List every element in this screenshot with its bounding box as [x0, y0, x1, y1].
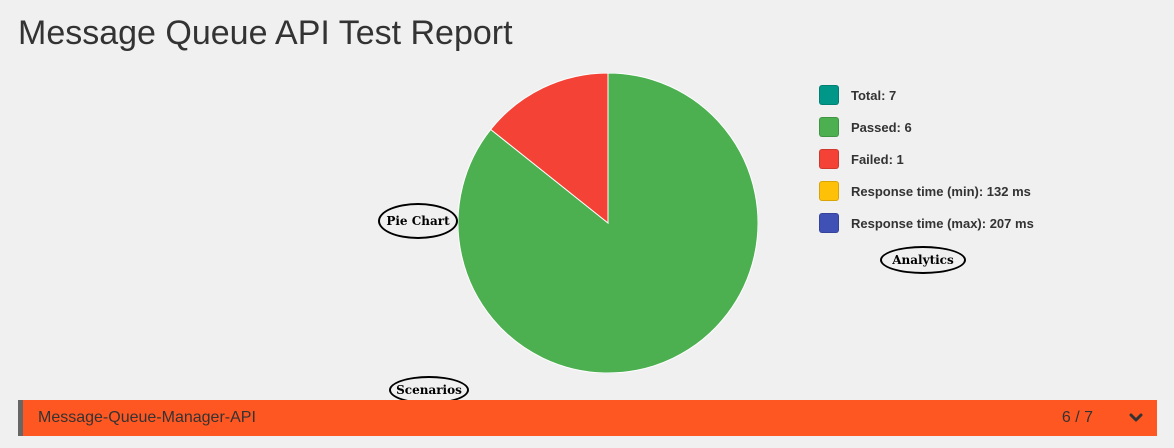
pie-chart — [458, 73, 758, 373]
chevron-down-icon[interactable] — [1129, 413, 1143, 423]
legend-swatch-failed — [819, 149, 839, 169]
legend-swatch-response-max — [819, 213, 839, 233]
legend-swatch-passed — [819, 117, 839, 137]
legend-label-response-min: Response time (min): 132 ms — [851, 183, 1031, 199]
analytics-callout: Analytics — [880, 246, 966, 274]
legend-label-total: Total: 7 — [851, 87, 897, 103]
scenario-row[interactable]: Message-Queue-Manager-API 6 / 7 — [18, 400, 1157, 436]
legend-item-failed: Failed: 1 — [819, 143, 1034, 175]
scenario-pass-count: 6 / 7 — [1061, 409, 1093, 426]
legend-swatch-total — [819, 85, 839, 105]
page-title: Message Queue API Test Report — [18, 14, 513, 52]
pie-chart-callout: Pie Chart — [378, 203, 458, 239]
legend-label-passed: Passed: 6 — [851, 119, 912, 135]
pie-chart-svg — [458, 73, 758, 373]
legend-label-response-max: Response time (max): 207 ms — [851, 215, 1034, 231]
legend-item-passed: Passed: 6 — [819, 111, 1034, 143]
legend-swatch-response-min — [819, 181, 839, 201]
analytics-legend: Total: 7 Passed: 6 Failed: 1 Response ti… — [819, 79, 1034, 239]
legend-label-failed: Failed: 1 — [851, 151, 904, 167]
legend-item-response-min: Response time (min): 132 ms — [819, 175, 1034, 207]
legend-item-response-max: Response time (max): 207 ms — [819, 207, 1034, 239]
scenario-name: Message-Queue-Manager-API — [38, 409, 256, 426]
legend-item-total: Total: 7 — [819, 79, 1034, 111]
